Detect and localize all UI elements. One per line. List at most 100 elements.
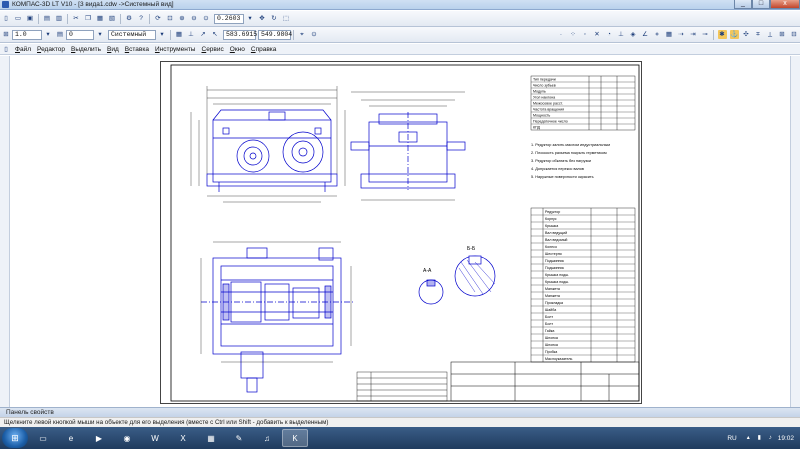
variables-icon[interactable]: ⚙	[125, 14, 134, 23]
refresh-icon[interactable]: ⟳	[154, 14, 163, 23]
snap-grid-icon[interactable]: ▦	[665, 30, 674, 39]
media-player-taskbar-icon[interactable]: ▶	[86, 429, 112, 447]
menu-service[interactable]: Сервис	[201, 46, 223, 53]
word-taskbar-icon[interactable]: W	[142, 429, 168, 447]
menu-tools[interactable]: Инструменты	[155, 46, 196, 53]
snap-point-on-curve-icon[interactable]: ⊸	[701, 30, 710, 39]
snap-along-icon[interactable]: ⇢	[677, 30, 686, 39]
layer-icon[interactable]: ▤	[56, 30, 65, 39]
compact-panel-right	[790, 56, 800, 407]
help-icon[interactable]: ?	[137, 14, 146, 23]
property-panel[interactable]: Панель свойств	[0, 407, 800, 417]
cursor-icon[interactable]: ↖	[211, 30, 220, 39]
menu-help[interactable]: Справка	[251, 46, 277, 53]
system-tray: RU ▴ ▮ ♪ 19:02	[727, 427, 800, 449]
drawing-canvas[interactable]: А-А Б-Б Тип передачи Число зубьев Модуль Уг	[10, 56, 790, 407]
style-select[interactable]: Системный	[108, 29, 156, 40]
status-bar: Щелкните левой кнопкой мыши на объекте д…	[0, 417, 800, 427]
property-panel-label: Панель свойств	[6, 409, 54, 416]
menu-file[interactable]: Файл	[15, 46, 31, 53]
print-icon[interactable]: ▥	[55, 14, 64, 23]
copy-icon[interactable]: ❐	[84, 14, 93, 23]
line-scale-select[interactable]: 1.0	[12, 29, 42, 40]
chevron-down-icon[interactable]: ▾	[158, 30, 167, 39]
chevron-down-icon[interactable]: ▾	[44, 30, 53, 39]
tech-table-cell: Модуль	[533, 89, 546, 93]
kompas-taskbar-icon[interactable]: K	[282, 429, 308, 447]
snap-align-icon[interactable]: ⇥	[689, 30, 698, 39]
grid-icon[interactable]: ▦	[175, 30, 184, 39]
browser-taskbar-icon[interactable]: ◉	[114, 429, 140, 447]
paste-icon[interactable]: ▦	[96, 14, 105, 23]
snap-settings-icon[interactable]: ⚓	[729, 30, 739, 39]
chevron-down-icon[interactable]: ▾	[96, 30, 105, 39]
snap-nearest-icon[interactable]: ⋄	[653, 30, 662, 39]
view-number-select[interactable]: 0	[66, 29, 94, 40]
app-taskbar-icon[interactable]: ▦	[198, 429, 224, 447]
excel-taskbar-icon[interactable]: X	[170, 429, 196, 447]
snap-midpoint-icon[interactable]: ⁘	[569, 30, 578, 39]
menu-insert[interactable]: Вставка	[125, 46, 149, 53]
media-taskbar-icon[interactable]: ♫	[254, 429, 280, 447]
snap-point-icon[interactable]: ·	[557, 30, 566, 39]
cursor-x-field[interactable]: 583.6915	[223, 29, 257, 40]
snap-tangent-icon[interactable]: ◔	[605, 30, 614, 39]
minimize-button[interactable]: _	[734, 0, 752, 9]
toolbar-separator	[170, 29, 171, 40]
print-preview-icon[interactable]: ▤	[43, 14, 52, 23]
language-indicator[interactable]: RU	[727, 435, 736, 442]
snap-icon[interactable]: ⌖	[298, 30, 307, 39]
paint-taskbar-icon[interactable]: ✎	[226, 429, 252, 447]
zoom-out-icon[interactable]: ⊖	[190, 14, 199, 23]
rotate-icon[interactable]: ↻	[270, 14, 279, 23]
chevron-down-icon[interactable]: ▾	[246, 14, 255, 23]
zoom-fit-icon[interactable]: ⊙	[202, 14, 211, 23]
spec-table-cell: Колесо	[545, 245, 557, 249]
volume-icon[interactable]: ♪	[767, 435, 774, 442]
tray-arrow-icon[interactable]: ▴	[745, 435, 752, 442]
snap-center-icon[interactable]: ◦	[581, 30, 590, 39]
pan-icon[interactable]: ✥	[258, 14, 267, 23]
snaps-enabled-icon[interactable]: ✱	[717, 30, 727, 39]
cut-icon[interactable]: ✂	[72, 14, 81, 23]
constraints-icon[interactable]: ⊟	[790, 30, 799, 39]
rounding-icon[interactable]: ⊙	[310, 30, 319, 39]
explorer-taskbar-icon[interactable]: ▭	[30, 429, 56, 447]
clock[interactable]: 19:02	[778, 435, 794, 442]
zoom-in-icon[interactable]: ⊕	[178, 14, 187, 23]
line-style-icon[interactable]: ⊞	[2, 30, 11, 39]
cursor-y-field[interactable]: 549.9804	[258, 29, 292, 40]
snap-normal-icon[interactable]: ⊥	[617, 30, 626, 39]
library-icon[interactable]: ▧	[108, 14, 117, 23]
snap-mode-icon[interactable]: ✣	[742, 30, 751, 39]
menu-window[interactable]: Окно	[230, 46, 245, 53]
internet-explorer-taskbar-icon[interactable]: e	[58, 429, 84, 447]
snap-quadrant-icon[interactable]: ◈	[629, 30, 638, 39]
show-all-icon[interactable]: ⬚	[282, 14, 291, 23]
snap-intersection-icon[interactable]: ✕	[593, 30, 602, 39]
tech-table-cell: Угол наклона	[533, 95, 555, 99]
zoom-window-icon[interactable]: ⊡	[166, 14, 175, 23]
save-icon[interactable]: ▣	[26, 14, 35, 23]
geometry-calc-icon[interactable]: ⌗	[754, 30, 763, 39]
new-document-icon[interactable]: ▯	[2, 14, 11, 23]
ortho-icon[interactable]: ⊥	[187, 30, 196, 39]
local-cs-icon[interactable]: ↗	[199, 30, 208, 39]
menu-view[interactable]: Вид	[107, 46, 119, 53]
network-icon[interactable]: ▮	[756, 435, 763, 442]
measure-icon[interactable]: ⟂	[766, 30, 775, 39]
maximize-button[interactable]: □	[752, 0, 770, 9]
start-button[interactable]: ⊞	[2, 428, 28, 448]
menu-editor[interactable]: Редактор	[37, 46, 65, 53]
snap-angle-icon[interactable]: ∠	[641, 30, 650, 39]
toolbar-separator	[67, 13, 68, 24]
open-document-icon[interactable]: ▭	[14, 14, 23, 23]
menu-select[interactable]: Выделить	[71, 46, 101, 53]
spec-table-cell: Манжета	[545, 287, 560, 291]
param-mode-icon[interactable]: ⊞	[778, 30, 787, 39]
window-controls: _ □ x	[734, 0, 800, 10]
technical-note: 5. Наружные поверхности окрасить	[531, 175, 594, 179]
zoom-scale-input[interactable]: 0.2603	[214, 13, 244, 24]
standard-toolbar: ▯ ▭ ▣ ▤ ▥ ✂ ❐ ▦ ▧ ⚙ ? ⟳ ⊡ ⊕ ⊖ ⊙ 0.2603 ▾…	[0, 11, 800, 27]
close-button[interactable]: x	[770, 0, 800, 9]
